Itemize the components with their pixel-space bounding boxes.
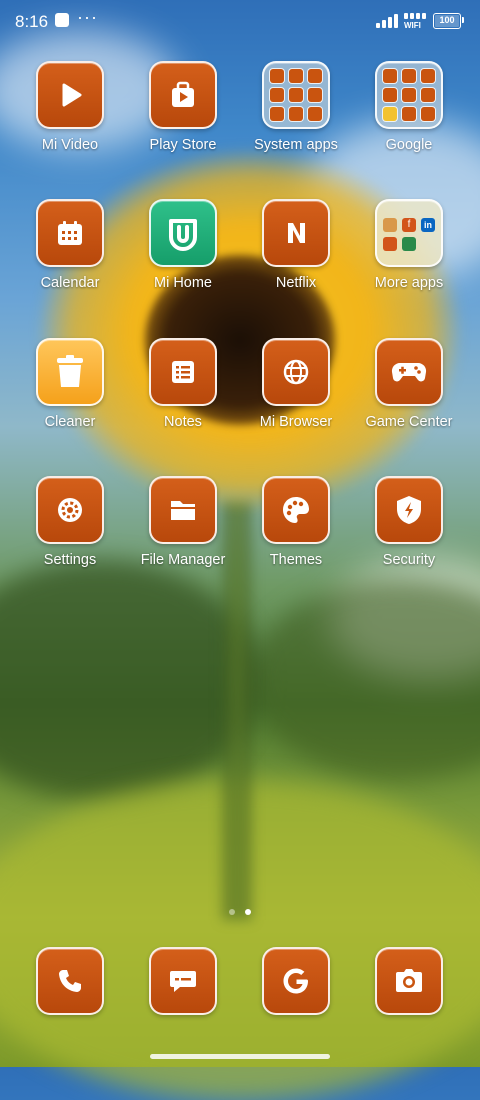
- folder-system-apps[interactable]: System apps: [240, 61, 352, 181]
- dock-camera[interactable]: [353, 947, 465, 1027]
- app-netflix[interactable]: Netflix: [240, 199, 352, 319]
- play-icon: [36, 61, 104, 129]
- battery-icon: 100: [433, 13, 464, 29]
- play-store-icon: [149, 61, 217, 129]
- mi-home-icon: [149, 199, 217, 267]
- folder-icon: [375, 61, 443, 129]
- gamepad-icon: [375, 338, 443, 406]
- dock-phone[interactable]: [14, 947, 126, 1027]
- app-settings[interactable]: Settings: [14, 476, 126, 596]
- app-notes[interactable]: Notes: [127, 338, 239, 458]
- page-dot-1[interactable]: [229, 909, 235, 915]
- folder-icon: [262, 61, 330, 129]
- message-icon: [149, 947, 217, 1015]
- signal-icon: [376, 14, 400, 28]
- wifi-label: WIFI: [404, 21, 421, 30]
- notes-icon: [149, 338, 217, 406]
- netflix-icon: [262, 199, 330, 267]
- battery-level: 100: [439, 15, 455, 25]
- notification-icon: [55, 13, 69, 27]
- google-g-icon: [262, 947, 330, 1015]
- facebook-lite-icon: f: [402, 217, 416, 232]
- palette-icon: [262, 476, 330, 544]
- app-mi-home[interactable]: Mi Home: [127, 199, 239, 319]
- linkedin-icon: in: [421, 217, 435, 232]
- clock: 8:16: [15, 12, 49, 31]
- status-bar: 8:16 ··· WIFI 100: [0, 0, 480, 42]
- more-notifications-icon: ···: [77, 7, 98, 27]
- app-label: More apps: [374, 275, 444, 291]
- shield-icon: [375, 476, 443, 544]
- camera-icon: [375, 947, 443, 1015]
- app-play-store[interactable]: Play Store: [127, 61, 239, 181]
- folder-google[interactable]: Google: [353, 61, 465, 181]
- globe-icon: [262, 338, 330, 406]
- app-label: Security: [382, 552, 436, 568]
- app-mi-video[interactable]: Mi Video: [14, 61, 126, 181]
- app-security[interactable]: Security: [353, 476, 465, 596]
- wifi-icon: WIFI: [404, 13, 428, 31]
- app-label: Game Center: [365, 414, 453, 430]
- trash-icon: [36, 338, 104, 406]
- page-indicator: [0, 909, 480, 917]
- app-themes[interactable]: Themes: [240, 476, 352, 596]
- dock-google[interactable]: [240, 947, 352, 1027]
- app-cleaner[interactable]: Cleaner: [14, 338, 126, 458]
- calendar-icon: [36, 199, 104, 267]
- home-gesture-bar[interactable]: [150, 1054, 330, 1059]
- dock-messages[interactable]: [127, 947, 239, 1027]
- app-mi-browser[interactable]: Mi Browser: [240, 338, 352, 458]
- app-game-center[interactable]: Game Center: [353, 338, 465, 458]
- folder-more-apps[interactable]: f in More apps: [353, 199, 465, 319]
- page-dot-2-active[interactable]: [245, 909, 251, 915]
- gear-icon: [36, 476, 104, 544]
- app-label: Google: [385, 137, 433, 153]
- phone-icon: [36, 947, 104, 1015]
- app-calendar[interactable]: Calendar: [14, 199, 126, 319]
- app-file-manager[interactable]: File Manager: [127, 476, 239, 596]
- file-folder-icon: [149, 476, 217, 544]
- folder-icon: f in: [375, 199, 443, 267]
